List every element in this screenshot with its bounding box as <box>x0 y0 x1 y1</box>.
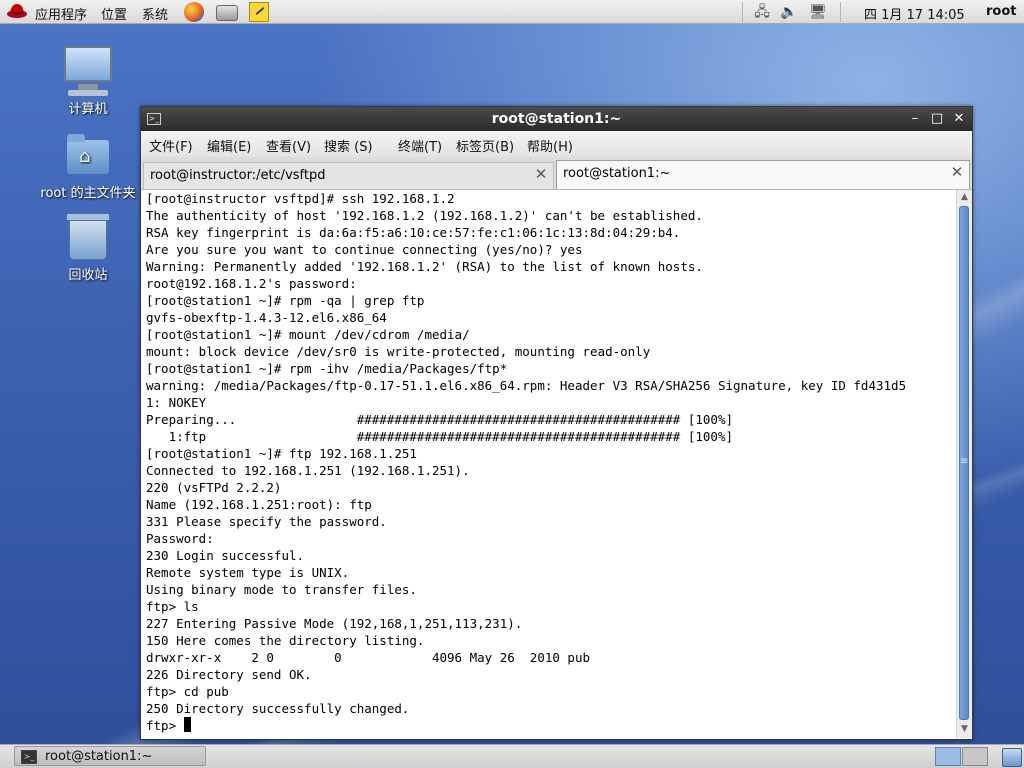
tab-label: root@instructor:/etc/vsftpd <box>150 168 326 183</box>
tab-instructor[interactable]: root@instructor:/etc/vsftpd ✕ <box>143 162 554 189</box>
window-titlebar[interactable]: >_ root@station1:~ – □ ✕ <box>141 107 972 131</box>
terminal-line: [root@station1 ~]# ftp 192.168.1.251 <box>146 446 417 461</box>
desktop-icon-label: 计算机 <box>68 102 108 117</box>
desktop-icon-label: 回收站 <box>68 268 108 283</box>
trash-icon <box>66 212 110 262</box>
terminal-line: Name (192.168.1.251:root): ftp <box>146 497 372 512</box>
menu-search[interactable]: 搜索 (S) <box>324 136 373 155</box>
terminal-app-icon: >_ <box>21 750 37 764</box>
tab-station1[interactable]: root@station1:~ ✕ <box>556 160 970 189</box>
tab-close-icon[interactable]: ✕ <box>949 164 965 180</box>
menu-file[interactable]: 文件(F) <box>149 136 193 155</box>
terminal-window: >_ root@station1:~ – □ ✕ 文件(F) 编辑(E) 查看(… <box>140 106 973 740</box>
menu-tabs[interactable]: 标签页(B) <box>456 136 514 155</box>
tab-label: root@station1:~ <box>563 166 671 181</box>
scroll-down-icon[interactable]: ▼ <box>958 723 971 736</box>
desktop-icon-trash[interactable]: 回收站 <box>38 212 138 283</box>
menu-terminal[interactable]: 终端(T) <box>398 136 442 155</box>
user-name[interactable]: root <box>986 4 1017 19</box>
terminal-line: Are you sure you want to continue connec… <box>146 242 583 257</box>
terminal-line: 331 Please specify the password. <box>146 514 387 529</box>
taskbar-label: root@station1:~ <box>45 749 153 764</box>
terminal-line: Remote system type is UNIX. <box>146 565 350 580</box>
terminal-line: Warning: Permanently added '192.168.1.2'… <box>146 259 703 274</box>
terminal-line: root@192.168.1.2's password: <box>146 276 357 291</box>
terminal-line: RSA key fingerprint is da:6a:f5:a6:10:ce… <box>146 225 681 240</box>
tab-bar: root@instructor:/etc/vsftpd ✕ root@stati… <box>141 157 972 190</box>
terminal-output[interactable]: [root@instructor vsftpd]# ssh 192.168.1.… <box>142 190 956 738</box>
terminal-line: 150 Here comes the directory listing. <box>146 633 425 648</box>
desktop-icon-label: root 的主文件夹 <box>40 186 136 201</box>
terminal-line: Using binary mode to transfer files. <box>146 582 417 597</box>
terminal-prompt: ftp> <box>146 718 184 733</box>
clock[interactable]: 四 1月 17 14:05 <box>864 4 965 23</box>
trash-icon[interactable] <box>1002 748 1022 767</box>
bottom-panel: >_ root@station1:~ <box>0 744 1024 768</box>
terminal-line: warning: /media/Packages/ftp-0.17-51.1.e… <box>146 378 907 393</box>
terminal-line: 1: NOKEY <box>146 395 207 410</box>
terminal-line: [root@instructor vsftpd]# ssh 192.168.1.… <box>146 191 455 206</box>
terminal-line: ftp> ls <box>146 599 199 614</box>
top-panel: 应用程序 位置 系统 🖧 🔈 🖥 四 1月 17 14:05 root <box>0 0 1024 24</box>
terminal-line: [root@station1 ~]# rpm -qa | grep ftp <box>146 293 425 308</box>
terminal-line: drwxr-xr-x 2 0 0 4096 May 26 2010 pub <box>146 650 591 665</box>
close-button[interactable]: ✕ <box>950 110 968 128</box>
redhat-logo-icon[interactable] <box>6 3 28 19</box>
terminal-line: gvfs-obexftp-1.4.3-12.el6.x86_64 <box>146 310 387 325</box>
terminal-line: 227 Entering Passive Mode (192,168,1,251… <box>146 616 523 631</box>
menu-edit[interactable]: 编辑(E) <box>207 136 251 155</box>
terminal-line: ftp> cd pub <box>146 684 229 699</box>
notes-icon[interactable] <box>249 2 271 22</box>
terminal-line: Preparing... ###########################… <box>146 412 733 427</box>
taskbar-button-terminal[interactable]: >_ root@station1:~ <box>14 746 206 766</box>
terminal-line: 220 (vsFTPd 2.2.2) <box>146 480 282 495</box>
terminal-cursor <box>183 717 191 732</box>
menu-view[interactable]: 查看(V) <box>266 136 311 155</box>
vertical-scrollbar[interactable]: ▲ ≡ ▼ <box>956 190 972 738</box>
workspace-2[interactable] <box>962 747 988 766</box>
maximize-button[interactable]: □ <box>928 110 946 128</box>
terminal-line: [root@station1 ~]# mount /dev/cdrom /med… <box>146 327 470 342</box>
terminal-text: [root@instructor vsftpd]# ssh 192.168.1.… <box>142 190 956 734</box>
terminal-line: 250 Directory successfully changed. <box>146 701 410 716</box>
terminal-line: Password: <box>146 531 214 546</box>
terminal-line: 230 Login successful. <box>146 548 305 563</box>
menu-applications[interactable]: 应用程序 <box>35 4 87 23</box>
desktop-icon-home-folder[interactable]: ⌂ root 的主文件夹 <box>38 134 138 201</box>
terminal-line: Connected to 192.168.1.251 (192.168.1.25… <box>146 463 470 478</box>
tab-close-icon[interactable]: ✕ <box>533 166 549 182</box>
minimize-button[interactable]: – <box>906 110 924 128</box>
scanner-icon[interactable] <box>216 2 238 22</box>
menu-system[interactable]: 系统 <box>142 4 168 23</box>
workspace-1[interactable] <box>935 747 961 766</box>
menubar: 文件(F) 编辑(E) 查看(V) 搜索 (S) 终端(T) 标签页(B) 帮助… <box>141 131 972 158</box>
scroll-up-icon[interactable]: ▲ <box>958 191 971 204</box>
menu-help[interactable]: 帮助(H) <box>527 136 573 155</box>
scrollbar-thumb[interactable]: ≡ <box>959 206 969 720</box>
terminal-line: The authenticity of host '192.168.1.2 (1… <box>146 208 703 223</box>
display-icon[interactable]: 🖥 <box>808 3 828 21</box>
computer-icon <box>64 46 112 96</box>
terminal-line: 226 Directory send OK. <box>146 667 312 682</box>
home-folder-icon: ⌂ <box>67 134 109 180</box>
menu-places[interactable]: 位置 <box>101 4 127 23</box>
terminal-line: mount: block device /dev/sr0 is write-pr… <box>146 344 651 359</box>
firefox-icon[interactable] <box>184 2 206 22</box>
terminal-line: 1:ftp ##################################… <box>168 429 733 444</box>
terminal-line: [root@station1 ~]# rpm -ihv /media/Packa… <box>146 361 508 376</box>
desktop-icon-computer[interactable]: 计算机 <box>38 46 138 117</box>
window-title: root@station1:~ <box>491 111 622 127</box>
network-icon[interactable]: 🖧 <box>752 3 772 21</box>
volume-icon[interactable]: 🔈 <box>779 3 799 21</box>
